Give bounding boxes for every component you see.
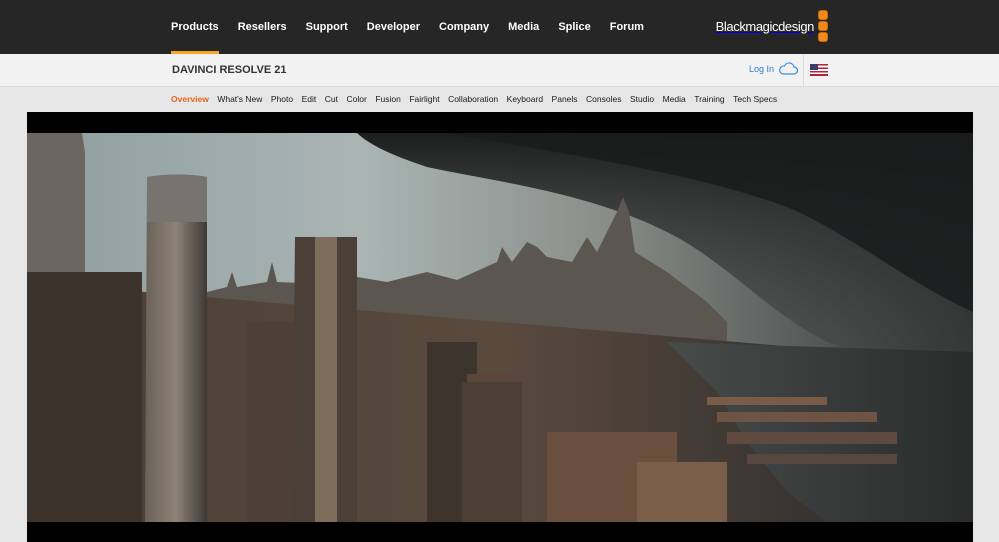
tab-media[interactable]: Media (663, 87, 686, 112)
hero-video[interactable] (27, 112, 973, 542)
cloud-icon (779, 62, 799, 75)
nav-media[interactable]: Media (508, 0, 539, 54)
us-flag-icon[interactable] (810, 64, 828, 76)
page-margin-right (973, 112, 999, 542)
nav-support[interactable]: Support (306, 0, 348, 54)
nav-products[interactable]: Products (171, 0, 219, 54)
tab-whats-new[interactable]: What's New (217, 87, 262, 112)
tab-overview[interactable]: Overview (171, 87, 209, 112)
product-title: DAVINCI RESOLVE 21 (172, 64, 287, 76)
tab-keyboard[interactable]: Keyboard (507, 87, 543, 112)
product-tabs: Overview What's New Photo Edit Cut Color… (171, 87, 786, 112)
tab-collaboration[interactable]: Collaboration (448, 87, 498, 112)
main-nav: Products Resellers Support Developer Com… (171, 0, 663, 54)
nav-forum[interactable]: Forum (610, 0, 644, 54)
tab-color[interactable]: Color (347, 87, 367, 112)
tab-fusion[interactable]: Fusion (375, 87, 401, 112)
tab-studio[interactable]: Studio (630, 87, 654, 112)
nav-developer[interactable]: Developer (367, 0, 420, 54)
tab-panels[interactable]: Panels (552, 87, 578, 112)
tab-cut[interactable]: Cut (325, 87, 338, 112)
top-navigation-bar: Products Resellers Support Developer Com… (0, 0, 999, 54)
nav-resellers[interactable]: Resellers (238, 0, 287, 54)
tab-consoles[interactable]: Consoles (586, 87, 621, 112)
nav-splice[interactable]: Splice (558, 0, 590, 54)
tab-photo[interactable]: Photo (271, 87, 293, 112)
product-tab-bar: Overview What's New Photo Edit Cut Color… (0, 87, 999, 112)
login-link[interactable]: Log In (749, 62, 799, 75)
logo-wordmark: Blackmagicdesign (715, 18, 815, 34)
tab-tech-specs[interactable]: Tech Specs (733, 87, 777, 112)
hero-image (27, 112, 973, 542)
logo-mark-icon (818, 10, 828, 42)
blackmagic-logo[interactable]: Blackmagicdesign (716, 9, 828, 43)
product-header-bar: DAVINCI RESOLVE 21 Log In (0, 54, 999, 87)
tab-training[interactable]: Training (694, 87, 724, 112)
login-label: Log In (749, 63, 775, 74)
tab-edit[interactable]: Edit (302, 87, 317, 112)
header-divider (803, 54, 804, 87)
tab-fairlight[interactable]: Fairlight (409, 87, 439, 112)
nav-company[interactable]: Company (439, 0, 489, 54)
